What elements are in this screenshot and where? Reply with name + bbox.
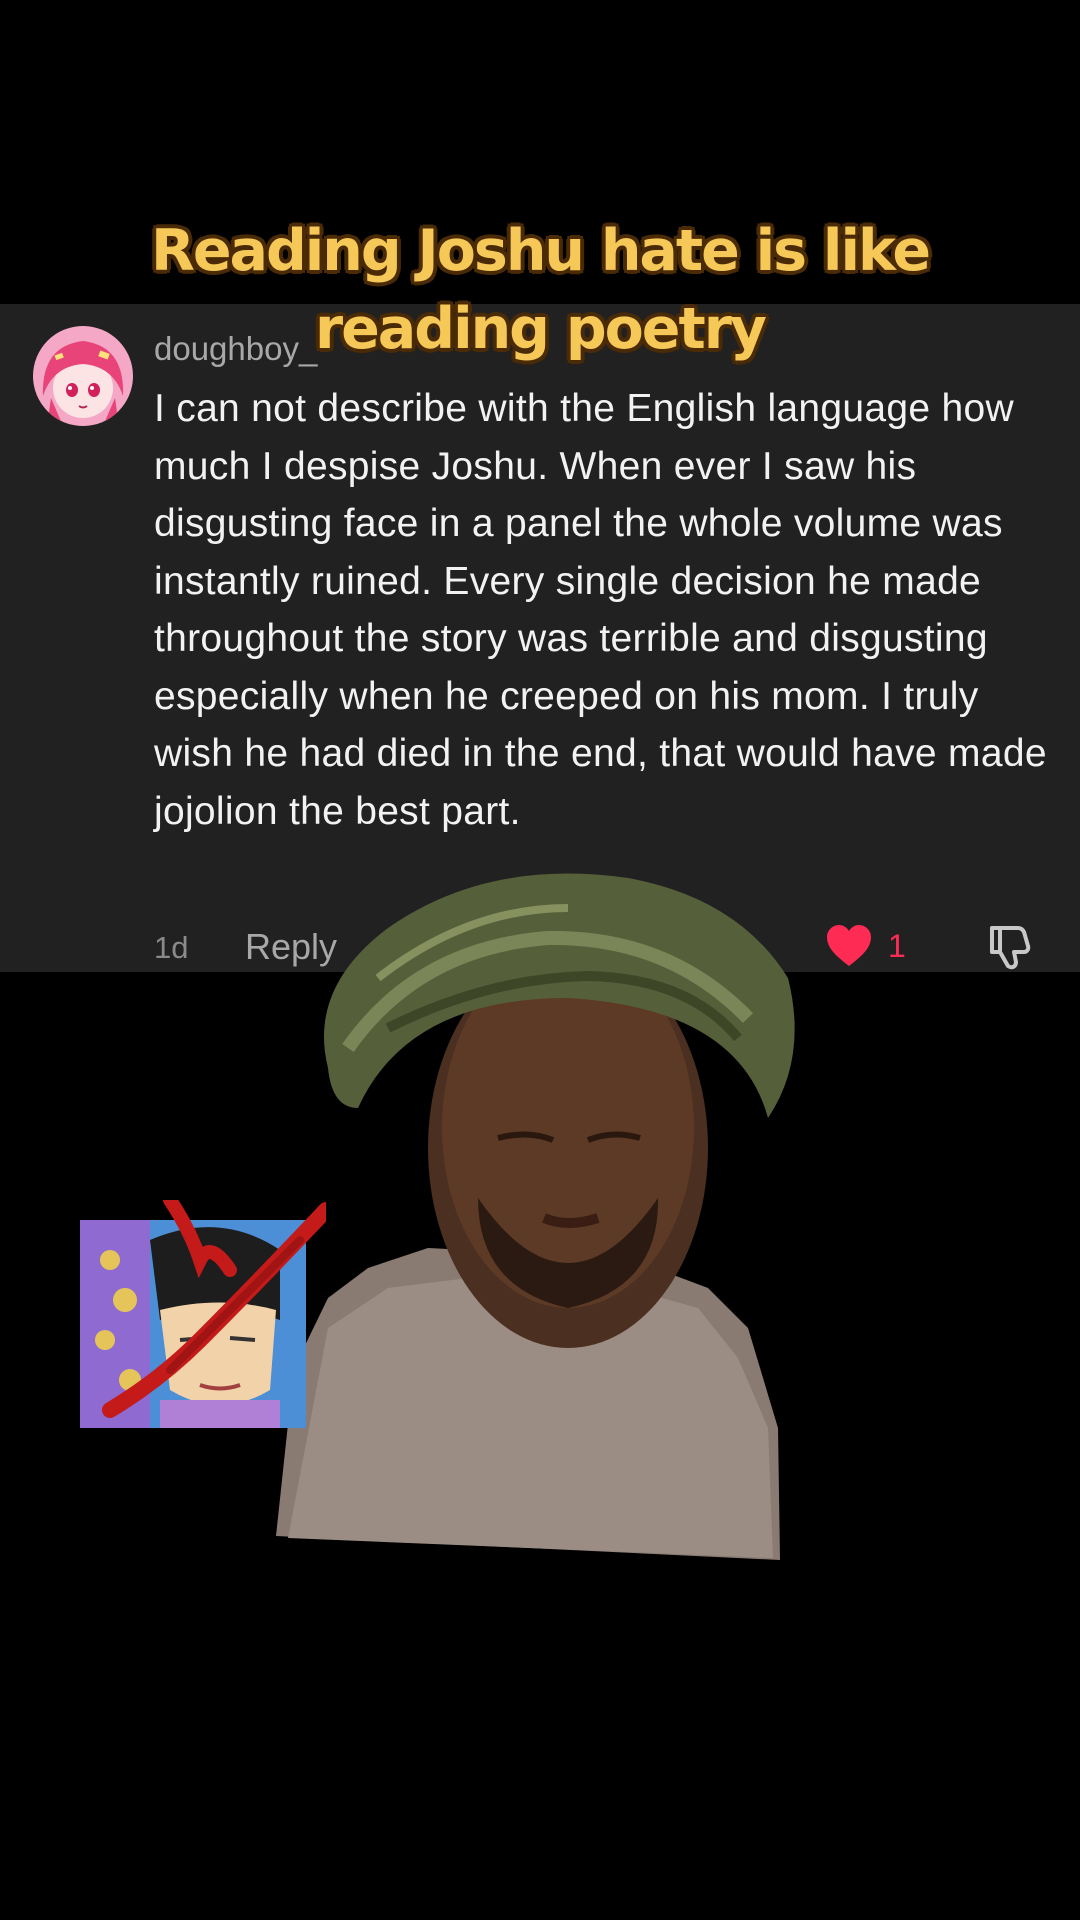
comment-text: I can not describe with the English lang… (154, 387, 1047, 833)
crossed-out-character-sticker (80, 1193, 334, 1428)
like-count: 1 (888, 928, 906, 964)
man-in-bonnet-photo (268, 868, 808, 1573)
caption-line-1: Reading Joshu hate is like (150, 218, 931, 284)
thumbs-down-icon (990, 926, 1031, 970)
dislike-button[interactable] (988, 924, 1036, 975)
like-button[interactable] (826, 924, 872, 973)
heart-icon (827, 925, 871, 966)
comment-timestamp: 1d (154, 930, 189, 965)
caption-line-2: reading poetry (315, 296, 767, 362)
video-caption: Reading Joshu hate is like reading poetr… (0, 212, 1080, 368)
